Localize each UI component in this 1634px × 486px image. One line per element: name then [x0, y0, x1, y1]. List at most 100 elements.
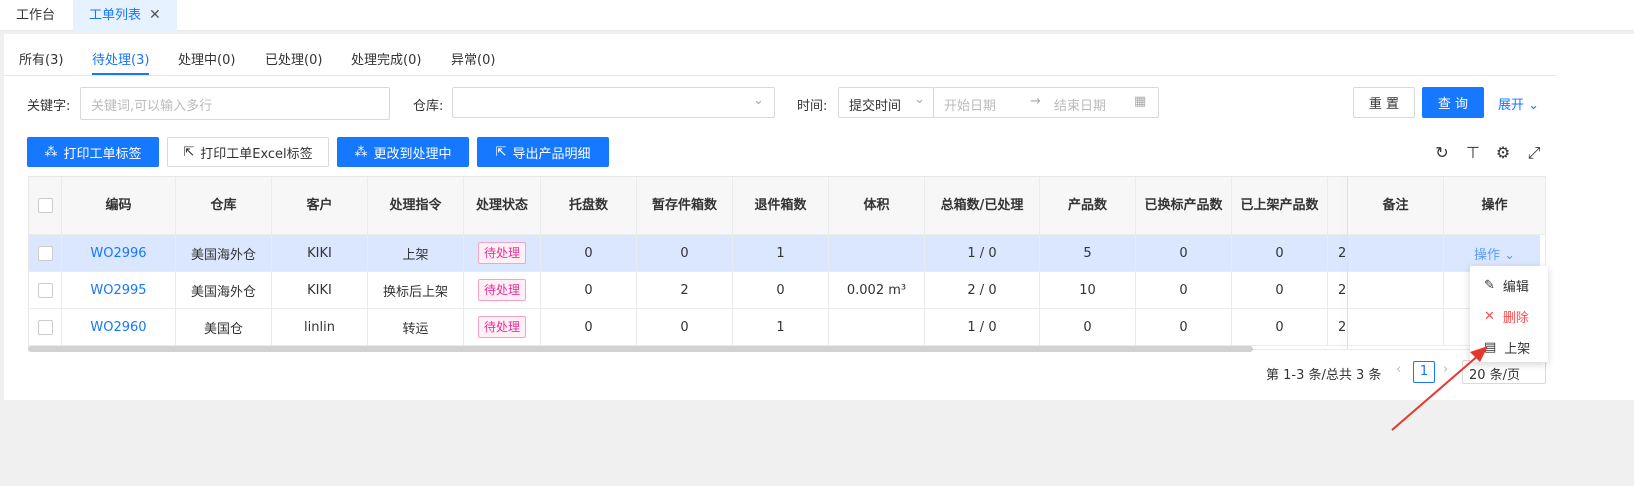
table-cell-return-boxes: 1	[733, 309, 829, 346]
table-cell-pallets: 0	[541, 309, 637, 346]
close-icon[interactable]: ✕	[149, 7, 161, 23]
table-cell-instruction: 转运	[368, 309, 464, 346]
status-tab-pending[interactable]: 待处理(3)	[92, 49, 150, 75]
table-cell-code: WO2995	[62, 272, 176, 309]
table-header-products: 产品数	[1040, 177, 1136, 235]
change-to-processing-button[interactable]: ⁂ 更改到处理中	[337, 137, 469, 167]
row-checkbox[interactable]	[37, 319, 53, 335]
external-link-icon: ⇱	[183, 144, 195, 160]
calendar-icon: ▦	[1134, 94, 1147, 109]
settings-icon[interactable]: ⚙	[1493, 143, 1513, 162]
column-height-icon[interactable]: ⊤	[1463, 143, 1483, 162]
expand-toggle[interactable]: 展开 ⌄	[1498, 94, 1539, 113]
workorder-code-link[interactable]: WO2995	[90, 283, 146, 298]
export-products-button[interactable]: ⇱ 导出产品明细	[477, 137, 609, 167]
tab-workorder-list[interactable]: 工单列表 ✕	[73, 0, 177, 31]
table-cell-relabeled: 0	[1136, 309, 1232, 346]
table-header-status: 处理状态	[464, 177, 541, 235]
table-cell-customer: linlin	[272, 309, 368, 346]
table-cell-volume: 0.002 m³	[829, 272, 925, 309]
table-cell-chk	[29, 272, 62, 309]
table-cell-return-boxes: 1	[733, 235, 829, 272]
status-tab-processing[interactable]: 处理中(0)	[178, 49, 235, 75]
table-cell-warehouse: 美国仓	[176, 309, 272, 346]
tab-bar: 工作台 工单列表 ✕	[0, 0, 1634, 31]
warehouse-select[interactable]: ⌄	[452, 87, 775, 118]
workorder-code-link[interactable]: WO2996	[90, 246, 146, 261]
table-cell-warehouse: 美国海外仓	[176, 235, 272, 272]
fixed-column-shadow	[1347, 177, 1348, 349]
table-header-instruction: 处理指令	[368, 177, 464, 235]
table-header-code: 编码	[62, 177, 176, 235]
select-all-checkbox[interactable]	[37, 198, 53, 213]
query-button[interactable]: 查 询	[1422, 87, 1484, 118]
table-cell-shelved: 0	[1232, 309, 1328, 346]
table-header-partial	[1328, 177, 1348, 235]
date-range-picker[interactable]: 开始日期 → 结束日期 ▦	[933, 87, 1159, 118]
status-tab-processed[interactable]: 已处理(0)	[265, 49, 322, 75]
table-cell-pallets: 0	[541, 272, 637, 309]
keyword-label: 关键字:	[27, 99, 71, 114]
reset-button[interactable]: 重 置	[1353, 87, 1415, 118]
arrow-right-icon: →	[1030, 94, 1041, 109]
warehouse-label: 仓库:	[413, 99, 444, 114]
table-cell-temp-boxes: 0	[637, 309, 733, 346]
close-icon: ✕	[1484, 309, 1495, 324]
share-icon: ⁂	[354, 144, 368, 160]
status-badge: 待处理	[477, 316, 526, 338]
table-cell-volume	[829, 309, 925, 346]
print-label-button[interactable]: ⁂ 打印工单标签	[27, 137, 159, 167]
table-header-volume: 体积	[829, 177, 925, 235]
table-header-temp-boxes: 暂存件箱数	[637, 177, 733, 235]
fullscreen-icon[interactable]: ⤢	[1524, 143, 1544, 163]
time-type-select[interactable]: 提交时间 ⌄	[838, 87, 934, 118]
table-cell-relabeled: 0	[1136, 272, 1232, 309]
table-cell-temp-boxes: 0	[637, 235, 733, 272]
table-cell-code: WO2996	[62, 235, 176, 272]
table-cell-shelved: 0	[1232, 235, 1328, 272]
table-header-remark: 备注	[1348, 177, 1444, 235]
row-checkbox[interactable]	[37, 245, 53, 261]
table-cell-code: WO2960	[62, 309, 176, 346]
table-cell-chk	[29, 309, 62, 346]
table-header-action: 操作	[1444, 177, 1546, 235]
table-cell-status: 待处理	[464, 309, 541, 346]
table-cell-relabeled: 0	[1136, 235, 1232, 272]
table-cell-customer: KIKI	[272, 235, 368, 272]
refresh-icon[interactable]: ↻	[1432, 143, 1452, 162]
table-header-customer: 客户	[272, 177, 368, 235]
table-cell-temp-boxes: 2	[637, 272, 733, 309]
table-cell-volume	[829, 235, 925, 272]
status-badge: 待处理	[477, 242, 526, 264]
row-checkbox[interactable]	[37, 282, 53, 298]
start-date-placeholder: 开始日期	[944, 99, 997, 114]
edit-icon: ✎	[1484, 278, 1495, 293]
keyword-input[interactable]: 关键词,可以输入多行	[80, 87, 390, 120]
tab-workbench[interactable]: 工作台	[0, 0, 71, 31]
table-header-warehouse: 仓库	[176, 177, 272, 235]
annotation-arrow	[1391, 346, 1488, 431]
status-tab-exception[interactable]: 异常(0)	[451, 49, 495, 75]
table-cell-remark	[1348, 272, 1444, 309]
table-cell-partial: 2(	[1328, 272, 1348, 309]
status-tab-completed[interactable]: 处理完成(0)	[351, 49, 421, 75]
menu-item-edit[interactable]: ✎ 编辑	[1484, 276, 1529, 295]
table-cell-chk	[29, 235, 62, 272]
end-date-placeholder: 结束日期	[1054, 99, 1107, 114]
operation-menu-trigger[interactable]: 操作 ⌄	[1474, 244, 1515, 263]
table-cell-warehouse: 美国海外仓	[176, 272, 272, 309]
share-icon: ⁂	[44, 144, 58, 160]
status-tab-all[interactable]: 所有(3)	[19, 49, 63, 75]
keyword-placeholder: 关键词,可以输入多行	[91, 99, 213, 114]
print-excel-label-button[interactable]: ⇱ 打印工单Excel标签	[167, 137, 329, 167]
horizontal-scrollbar[interactable]	[28, 346, 1253, 352]
table-cell-return-boxes: 0	[733, 272, 829, 309]
operation-label: 操作	[1473, 247, 1500, 263]
table-header-shelved: 已上架产品数	[1232, 177, 1328, 235]
workorder-code-link[interactable]: WO2960	[90, 320, 146, 335]
table-cell-status: 待处理	[464, 272, 541, 309]
menu-item-delete[interactable]: ✕ 删除	[1484, 307, 1529, 326]
table-cell-partial: 2(	[1328, 309, 1348, 346]
table-cell-remark	[1348, 235, 1444, 272]
table-header-pallets: 托盘数	[541, 177, 637, 235]
